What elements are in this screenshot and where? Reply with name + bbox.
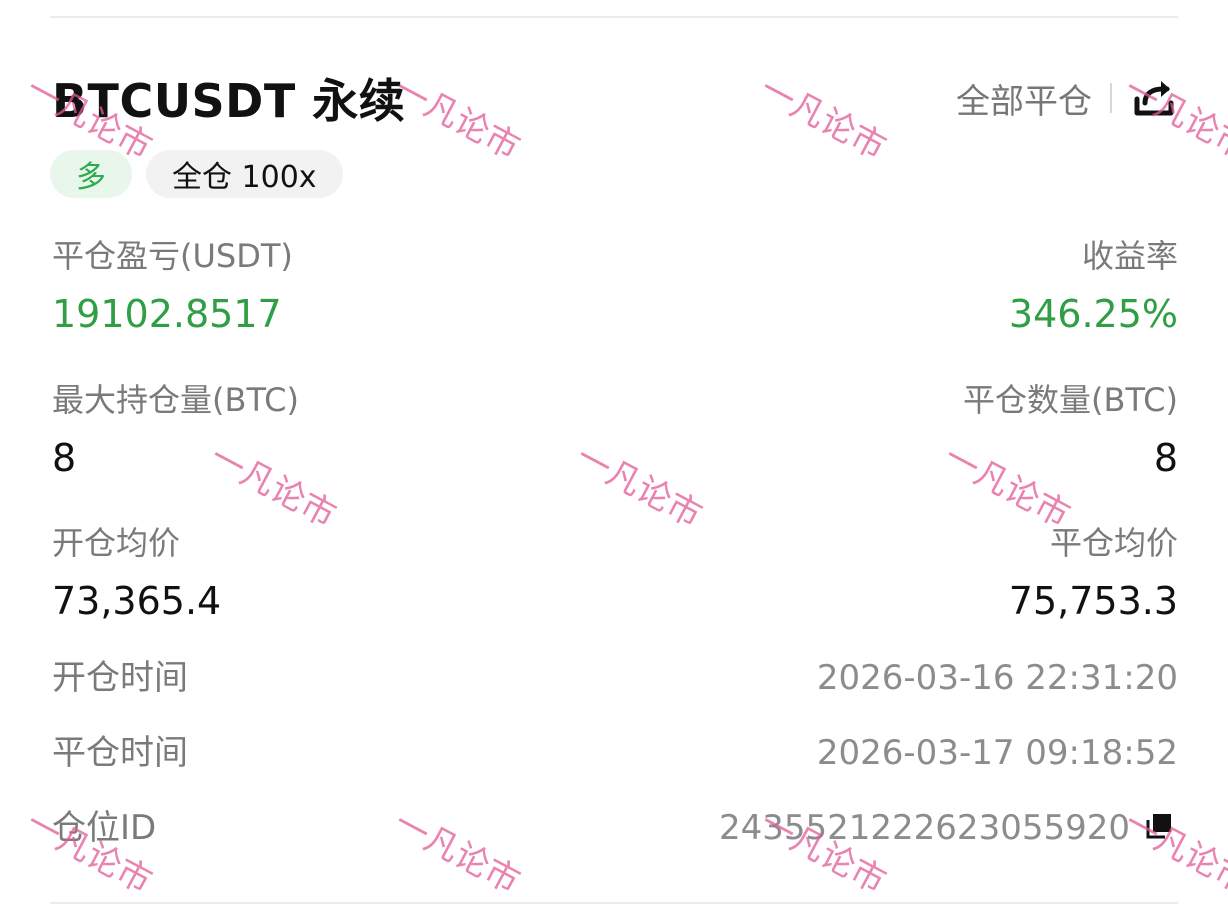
position-history-card: BTCUSDT 永续 全部平仓 多 全仓 100x 平仓盈亏(USDT) 191… — [0, 0, 1228, 920]
position-tags: 多 全仓 100x — [50, 150, 343, 198]
card-header: BTCUSDT 永续 全部平仓 — [52, 66, 1178, 130]
closed-quantity-cell: 平仓数量(BTC) 8 — [963, 380, 1178, 482]
open-time-value: 2026-03-16 22:31:20 — [816, 658, 1178, 698]
close-time-row: 平仓时间 2026-03-17 09:18:52 — [52, 731, 1178, 775]
close-time-label: 平仓时间 — [52, 733, 188, 773]
close-price-label: 平仓均价 — [1049, 524, 1178, 562]
position-id-label: 仓位ID — [52, 808, 157, 848]
position-id-wrap: 2435521222623055920 — [719, 808, 1178, 848]
pnl-row: 平仓盈亏(USDT) 19102.8517 收益率 346.25% — [52, 236, 1178, 338]
margin-mode-badge: 全仓 100x — [146, 150, 343, 198]
close-price-value: 75,753.3 — [1008, 579, 1178, 623]
close-price-cell: 平仓均价 75,753.3 — [1009, 523, 1178, 625]
pnl-cell: 平仓盈亏(USDT) 19102.8517 — [52, 236, 293, 338]
copy-icon[interactable] — [1144, 811, 1178, 845]
pnl-value: 19102.8517 — [52, 292, 282, 336]
open-price-cell: 开仓均价 73,365.4 — [52, 523, 221, 625]
contract-title: BTCUSDT 永续 — [52, 74, 406, 128]
open-price-value: 73,365.4 — [52, 579, 222, 623]
max-position-cell: 最大持仓量(BTC) 8 — [52, 380, 299, 482]
position-id-row: 仓位ID 2435521222623055920 — [52, 806, 1178, 850]
max-position-label: 最大持仓量(BTC) — [52, 381, 299, 419]
roi-value: 346.25% — [1008, 292, 1178, 336]
closed-quantity-label: 平仓数量(BTC) — [963, 381, 1178, 419]
close-time-value: 2026-03-17 09:18:52 — [816, 733, 1178, 773]
open-time-row: 开仓时间 2026-03-16 22:31:20 — [52, 656, 1178, 700]
open-time-label: 开仓时间 — [52, 658, 188, 698]
price-row: 开仓均价 73,365.4 平仓均价 75,753.3 — [52, 523, 1178, 625]
position-id-value: 2435521222623055920 — [718, 808, 1130, 848]
closed-quantity-value: 8 — [1153, 436, 1178, 480]
close-all-button[interactable]: 全部平仓 — [956, 74, 1092, 123]
open-price-label: 开仓均价 — [52, 524, 181, 562]
top-divider — [50, 16, 1178, 18]
header-actions: 全部平仓 — [956, 74, 1178, 123]
quantity-row: 最大持仓量(BTC) 8 平仓数量(BTC) 8 — [52, 380, 1178, 482]
header-separator — [1110, 83, 1112, 113]
roi-cell: 收益率 346.25% — [1009, 236, 1178, 338]
share-icon[interactable] — [1130, 74, 1178, 122]
roi-label: 收益率 — [1081, 237, 1178, 275]
bottom-divider — [50, 902, 1178, 904]
side-badge: 多 — [50, 150, 132, 198]
max-position-value: 8 — [52, 436, 77, 480]
pnl-label: 平仓盈亏(USDT) — [52, 237, 293, 275]
